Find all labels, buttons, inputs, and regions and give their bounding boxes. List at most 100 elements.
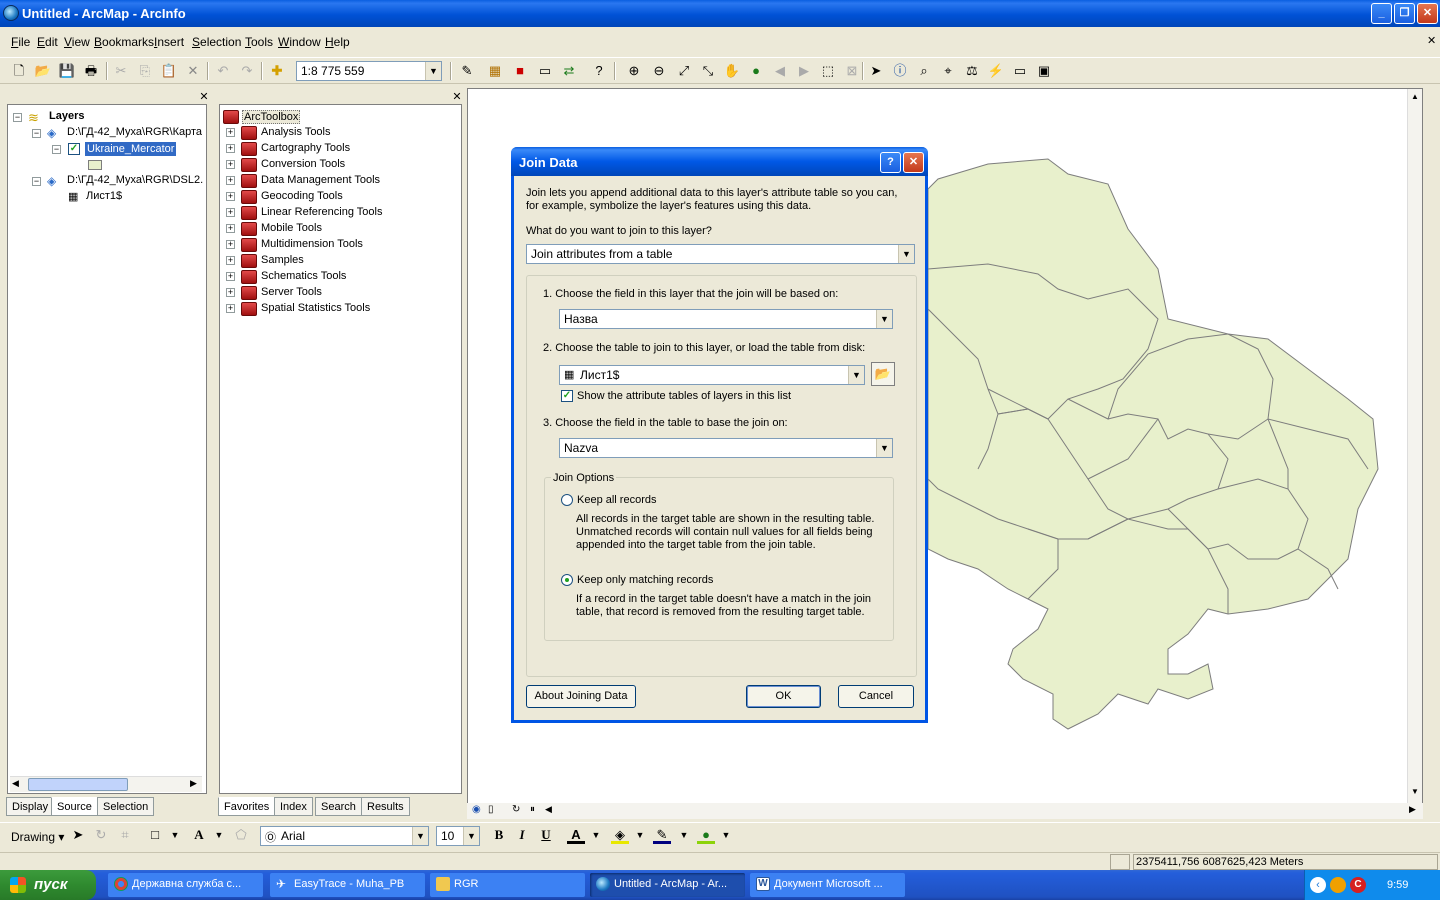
italic-button[interactable]: I xyxy=(513,826,531,844)
keep-all-radio[interactable] xyxy=(561,494,573,506)
forward-extent-icon[interactable]: ▶ xyxy=(795,62,813,80)
fill-color-icon[interactable]: ◈ xyxy=(611,826,629,844)
show-attr-tables-checkbox[interactable]: ✓ xyxy=(561,390,573,402)
toolbox-item[interactable]: Geocoding Tools xyxy=(261,190,343,202)
toolbox-close-icon[interactable]: ✕ xyxy=(451,91,463,103)
expand-icon[interactable]: + xyxy=(226,240,235,249)
tab-display[interactable]: Display xyxy=(6,797,55,816)
layer-field-select[interactable]: Назва ▼ xyxy=(559,309,893,329)
tray-app-icon[interactable] xyxy=(1330,877,1346,893)
redo-icon[interactable]: ↷ xyxy=(238,62,256,80)
font-color-button[interactable]: A xyxy=(567,826,585,844)
back-extent-icon[interactable]: ◀ xyxy=(771,62,789,80)
minimize-button[interactable]: _ xyxy=(1371,3,1392,24)
pause-drawing-icon[interactable]: ⏸ xyxy=(530,804,535,815)
data-view-icon[interactable]: ◉ xyxy=(472,804,481,815)
find-binoculars-icon[interactable]: ⌕ xyxy=(915,62,933,80)
menu-selection[interactable]: Selection xyxy=(192,35,241,49)
map-vertical-scrollbar[interactable]: ▲ ▼ xyxy=(1407,89,1422,803)
dialog-close-button[interactable]: ✕ xyxy=(903,152,924,173)
expand-icon[interactable]: + xyxy=(226,192,235,201)
scroll-left-icon[interactable]: ◀ xyxy=(12,778,19,789)
tray-arrow-icon[interactable]: ‹ xyxy=(1310,877,1326,893)
chevron-down-icon[interactable]: ▼ xyxy=(848,366,864,384)
font-family-select[interactable]: Ⓞ Arial ▼ xyxy=(260,826,429,846)
join-type-select[interactable]: Join attributes from a table ▼ xyxy=(526,244,915,264)
layer-visibility-checkbox[interactable]: ✓ xyxy=(68,143,80,155)
toolbox-item[interactable]: Spatial Statistics Tools xyxy=(261,302,370,314)
copy-icon[interactable]: ⎘ xyxy=(136,62,154,80)
chevron-down-icon[interactable]: ▼ xyxy=(166,826,184,844)
modelbuilder-icon[interactable]: ⇄ xyxy=(560,62,578,80)
collapse-icon[interactable]: − xyxy=(52,145,61,154)
toolbox-item[interactable]: Server Tools xyxy=(261,286,322,298)
menu-bookmarks[interactable]: Bookmarks xyxy=(94,35,154,49)
expand-icon[interactable]: + xyxy=(226,304,235,313)
arctoolbox-icon[interactable]: ■ xyxy=(511,62,529,80)
expand-icon[interactable]: + xyxy=(226,160,235,169)
collapse-icon[interactable]: − xyxy=(13,113,22,122)
bold-button[interactable]: B xyxy=(490,826,508,844)
toc-item-table[interactable]: Лист1$ xyxy=(86,190,122,202)
collapse-icon[interactable]: − xyxy=(32,129,41,138)
chevron-down-icon[interactable]: ▼ xyxy=(463,827,479,845)
ok-button[interactable]: OK xyxy=(746,685,821,708)
select-elements-arrow-icon[interactable]: ➤ xyxy=(69,826,87,844)
rotate-icon[interactable]: ↻ xyxy=(92,826,110,844)
dialog-help-button[interactable]: ? xyxy=(880,152,901,173)
select-elements-arrow-icon[interactable]: ➤ xyxy=(867,62,885,80)
scroll-up-icon[interactable]: ▲ xyxy=(1411,92,1419,101)
restore-button[interactable]: ❐ xyxy=(1394,3,1415,24)
menu-file[interactable]: File xyxy=(11,35,30,49)
scroll-right-icon[interactable]: ▶ xyxy=(1409,804,1416,815)
time-slider-icon[interactable]: ▣ xyxy=(1035,62,1053,80)
toolbox-item[interactable]: Schematics Tools xyxy=(261,270,346,282)
toolbox-item[interactable]: Data Management Tools xyxy=(261,174,380,186)
go-to-xy-icon[interactable]: ⌖ xyxy=(939,62,957,80)
editor-toolbar-icon[interactable]: ✎ xyxy=(458,62,476,80)
map-scale-combo[interactable]: 1:8 775 559 ▼ xyxy=(296,61,442,81)
chevron-down-icon[interactable]: ▼ xyxy=(876,439,892,457)
table-field-select[interactable]: Nazva ▼ xyxy=(559,438,893,458)
tab-results[interactable]: Results xyxy=(361,797,410,816)
tray-antivirus-icon[interactable]: C xyxy=(1350,877,1366,893)
tab-index[interactable]: Index xyxy=(274,797,313,816)
edit-vertices-icon[interactable]: ⬠ xyxy=(232,826,250,844)
chevron-down-icon[interactable]: ▼ xyxy=(717,826,735,844)
toolbox-item[interactable]: Conversion Tools xyxy=(261,158,345,170)
menu-window[interactable]: Window xyxy=(278,35,321,49)
whats-this-help-icon[interactable]: ? xyxy=(590,62,608,80)
scroll-down-icon[interactable]: ▼ xyxy=(1411,787,1419,796)
fixed-zoom-out-icon[interactable]: ⤡ xyxy=(699,62,717,80)
menu-tools[interactable]: Tools xyxy=(245,35,273,49)
menu-help[interactable]: Help xyxy=(325,35,350,49)
new-text-icon[interactable]: A xyxy=(190,826,208,844)
browse-folder-icon[interactable]: 📂 xyxy=(871,362,895,386)
rectangle-icon[interactable]: □ xyxy=(146,826,164,844)
tab-selection[interactable]: Selection xyxy=(97,797,155,816)
chevron-down-icon[interactable]: ▼ xyxy=(631,826,649,844)
measure-icon[interactable]: ⚖ xyxy=(963,62,981,80)
clear-selection-icon[interactable]: ⊠ xyxy=(843,62,861,80)
zoom-whole-page-icon[interactable]: ⌗ xyxy=(116,826,134,844)
print-icon[interactable]: 🖶 xyxy=(82,62,100,80)
menu-edit[interactable]: Edit xyxy=(37,35,58,49)
save-icon[interactable]: 💾 xyxy=(58,62,76,80)
toc-item-source-1[interactable]: D:\ГД-42_Муха\RGR\Карта xyxy=(67,126,205,138)
underline-button[interactable]: U xyxy=(537,826,555,844)
task-folder-rgr[interactable]: RGR xyxy=(430,873,585,897)
scroll-thumb[interactable] xyxy=(28,778,128,791)
add-data-icon[interactable]: ✚ xyxy=(268,62,286,80)
command-line-icon[interactable]: ▭ xyxy=(536,62,554,80)
tab-favorites[interactable]: Favorites xyxy=(218,797,276,816)
select-features-icon[interactable]: ⬚ xyxy=(819,62,837,80)
symbol-swatch[interactable] xyxy=(88,160,102,170)
toolbox-item[interactable]: Cartography Tools xyxy=(261,142,350,154)
marker-color-icon[interactable]: ● xyxy=(697,826,715,844)
toc-horizontal-scrollbar[interactable]: ◀ ▶ xyxy=(10,776,202,792)
new-document-icon[interactable]: 🗋 xyxy=(10,62,28,80)
zoom-in-icon[interactable]: ⊕ xyxy=(625,62,643,80)
expand-icon[interactable]: + xyxy=(226,256,235,265)
cancel-button[interactable]: Cancel xyxy=(838,685,914,708)
toc-item-source-2[interactable]: D:\ГД-42_Муха\RGR\DSL2. xyxy=(67,174,205,186)
